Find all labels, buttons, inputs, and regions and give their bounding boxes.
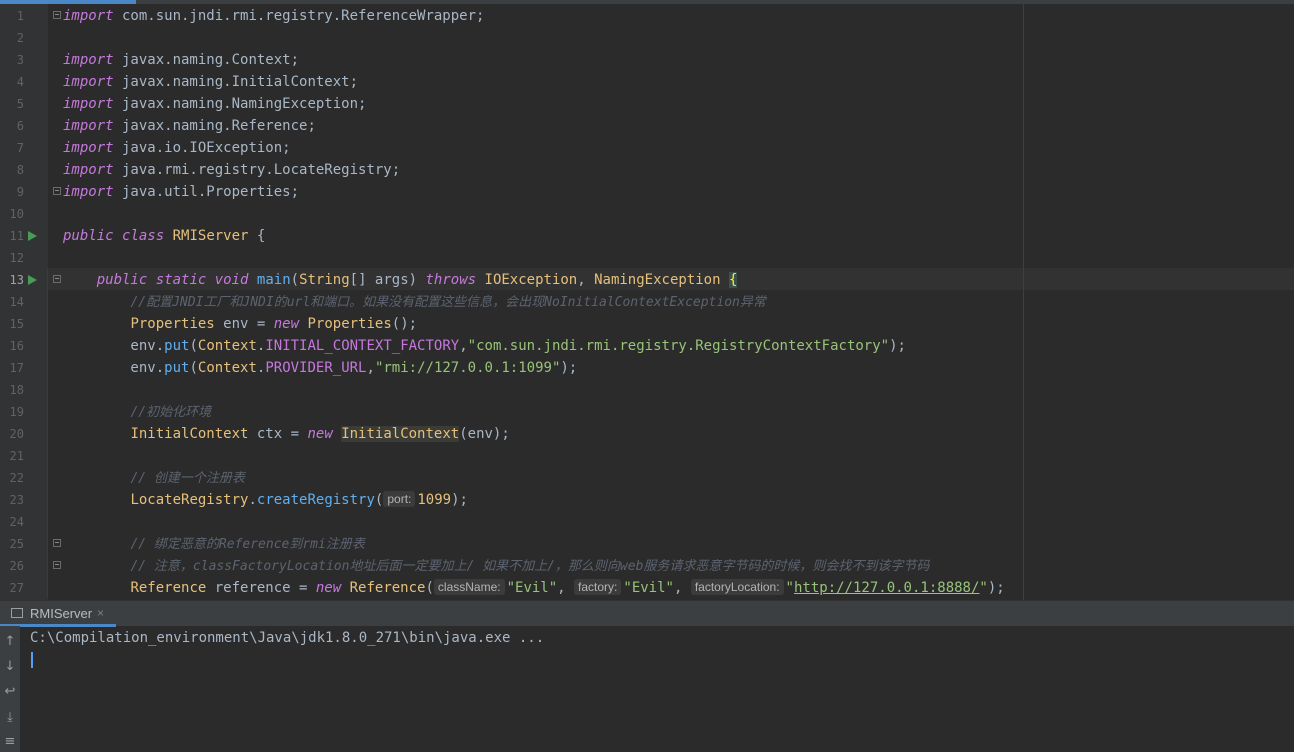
editor-tab-strip — [0, 0, 1294, 4]
code-text: env.put(Context.PROVIDER_URL,"rmi://127.… — [63, 360, 578, 376]
run-gutter-icon[interactable] — [28, 231, 37, 241]
run-console-icon — [11, 608, 23, 618]
code-line[interactable]: 1 import com.sun.jndi.rmi.registry.Refere… — [0, 5, 1294, 27]
run-gutter-icon[interactable] — [28, 275, 37, 285]
line-number: 19 — [9, 405, 24, 419]
line-number: 15 — [9, 317, 24, 331]
code-text: import javax.naming.Reference; — [63, 118, 316, 134]
line-number: 18 — [9, 383, 24, 397]
line-number: 23 — [9, 493, 24, 507]
code-text: Reference reference = new Reference(clas… — [130, 579, 1005, 596]
line-number: 2 — [16, 31, 24, 45]
fold-icon[interactable] — [53, 187, 61, 195]
code-line[interactable]: 24 — [0, 511, 1294, 533]
line-number: 1 — [16, 9, 24, 23]
code-text: // 绑定恶意的Reference到rmi注册表 — [130, 537, 365, 552]
run-tool-header: RMIServer × — [0, 600, 1294, 627]
code-text: LocateRegistry.createRegistry(port: 1099)… — [130, 491, 468, 508]
code-line[interactable]: 12 — [0, 247, 1294, 269]
line-number: 16 — [9, 339, 24, 353]
code-line[interactable]: 6 import javax.naming.Reference; — [0, 115, 1294, 137]
close-icon[interactable]: × — [97, 606, 104, 620]
code-line[interactable]: 8 import java.rmi.registry.LocateRegistry… — [0, 159, 1294, 181]
line-number: 17 — [9, 361, 24, 375]
line-number: 8 — [16, 163, 24, 177]
code-line[interactable]: 7 import java.io.IOException; — [0, 137, 1294, 159]
code-text: env.put(Context.INITIAL_CONTEXT_FACTORY,… — [63, 338, 906, 354]
code-line[interactable]: 16 env.put(Context.INITIAL_CONTEXT_FACTO… — [0, 335, 1294, 357]
code-line[interactable]: 26 // 注意，classFactoryLocation地址后面一定要加上/ … — [0, 555, 1294, 577]
code-text: import javax.naming.Context; — [63, 52, 300, 68]
ide-window: 1 import com.sun.jndi.rmi.registry.Refere… — [0, 0, 1294, 752]
console-caret — [31, 652, 33, 668]
line-number: 22 — [9, 471, 24, 485]
scroll-to-end-icon[interactable]: ⤓ — [0, 710, 20, 726]
code-line[interactable]: 20 InitialContext ctx = new InitialConte… — [0, 423, 1294, 445]
code-text: import com.sun.jndi.rmi.registry.Referen… — [63, 8, 485, 24]
fold-icon[interactable] — [53, 11, 61, 19]
line-number: 14 — [9, 295, 24, 309]
line-number: 20 — [9, 427, 24, 441]
fold-icon[interactable] — [53, 539, 61, 547]
console-output-command: C:\Compilation_environment\Java\jdk1.8.0… — [30, 630, 545, 646]
arrow-up-icon[interactable]: ↑ — [0, 634, 20, 650]
code-line[interactable]: 13 public static void main(String[] args… — [0, 269, 1294, 291]
code-line[interactable]: 23 LocateRegistry.createRegistry(port: 10… — [0, 489, 1294, 511]
code-line[interactable]: 9 import java.util.Properties; — [0, 181, 1294, 203]
line-number: 3 — [16, 53, 24, 67]
code-editor[interactable]: 1 import com.sun.jndi.rmi.registry.Refere… — [0, 0, 1294, 600]
code-text: Properties env = new Properties(); — [130, 316, 418, 332]
code-line[interactable]: 11 public class RMIServer { — [0, 225, 1294, 247]
code-line[interactable]: 15 Properties env = new Properties(); — [0, 313, 1294, 335]
code-text: import javax.naming.InitialContext; — [63, 74, 359, 90]
code-line[interactable]: 14 //配置JNDI工厂和JNDI的url和端口。如果没有配置这些信息，会出现… — [0, 291, 1294, 313]
line-number: 7 — [16, 141, 24, 155]
code-line[interactable]: 19 //初始化环境 — [0, 401, 1294, 423]
code-text: //初始化环境 — [130, 405, 212, 420]
line-number: 24 — [9, 515, 24, 529]
code-text: public class RMIServer { — [63, 228, 266, 244]
code-text: InitialContext ctx = new InitialContext(… — [130, 426, 510, 442]
line-number: 25 — [9, 537, 24, 551]
code-text: import java.rmi.registry.LocateRegistry; — [63, 162, 401, 178]
code-line[interactable]: 2 — [0, 27, 1294, 49]
line-number: 11 — [9, 229, 24, 243]
code-line[interactable]: 17 env.put(Context.PROVIDER_URL,"rmi://1… — [0, 357, 1294, 379]
code-text: //配置JNDI工厂和JNDI的url和端口。如果没有配置这些信息，会出现NoI… — [130, 295, 766, 310]
code-text: public static void main(String[] args) t… — [96, 272, 738, 288]
code-line[interactable]: 10 — [0, 203, 1294, 225]
code-line[interactable]: 27 Reference reference = new Reference(c… — [0, 577, 1294, 599]
arrow-down-icon[interactable]: ↓ — [0, 659, 20, 675]
code-line[interactable]: 5 import javax.naming.NamingException; — [0, 93, 1294, 115]
soft-wrap-icon[interactable]: ↩ — [0, 684, 20, 700]
run-tab-label: RMIServer — [30, 606, 93, 621]
line-number: 10 — [9, 207, 24, 221]
code-text: // 注意，classFactoryLocation地址后面一定要加上/ 如果不… — [130, 559, 930, 574]
line-number: 4 — [16, 75, 24, 89]
line-number: 9 — [16, 185, 24, 199]
code-text: // 创建一个注册表 — [130, 471, 245, 486]
run-tab-rmiserver[interactable]: RMIServer × — [0, 601, 116, 627]
line-number: 21 — [9, 449, 24, 463]
line-number: 27 — [9, 581, 24, 595]
fold-icon[interactable] — [53, 561, 61, 569]
run-toolbar: ↑ ↓ ↩ ⤓ ≡ — [0, 626, 20, 752]
run-tool-window: RMIServer × ↑ ↓ ↩ ⤓ ≡ C:\Compilation_env… — [0, 600, 1294, 752]
code-text: import java.io.IOException; — [63, 140, 291, 156]
line-number: 5 — [16, 97, 24, 111]
code-line[interactable]: 3 import javax.naming.Context; — [0, 49, 1294, 71]
code-line[interactable]: 18 — [0, 379, 1294, 401]
code-line[interactable]: 22 // 创建一个注册表 — [0, 467, 1294, 489]
print-icon[interactable]: ≡ — [0, 734, 20, 750]
code-text: import java.util.Properties; — [63, 184, 300, 200]
line-number: 26 — [9, 559, 24, 573]
fold-icon[interactable] — [53, 275, 61, 283]
line-number: 12 — [9, 251, 24, 265]
line-number: 13 — [9, 273, 24, 287]
code-line[interactable]: 4 import javax.naming.InitialContext; — [0, 71, 1294, 93]
code-text: import javax.naming.NamingException; — [63, 96, 367, 112]
line-number: 6 — [16, 119, 24, 133]
code-line[interactable]: 25 // 绑定恶意的Reference到rmi注册表 — [0, 533, 1294, 555]
code-line[interactable]: 21 — [0, 445, 1294, 467]
